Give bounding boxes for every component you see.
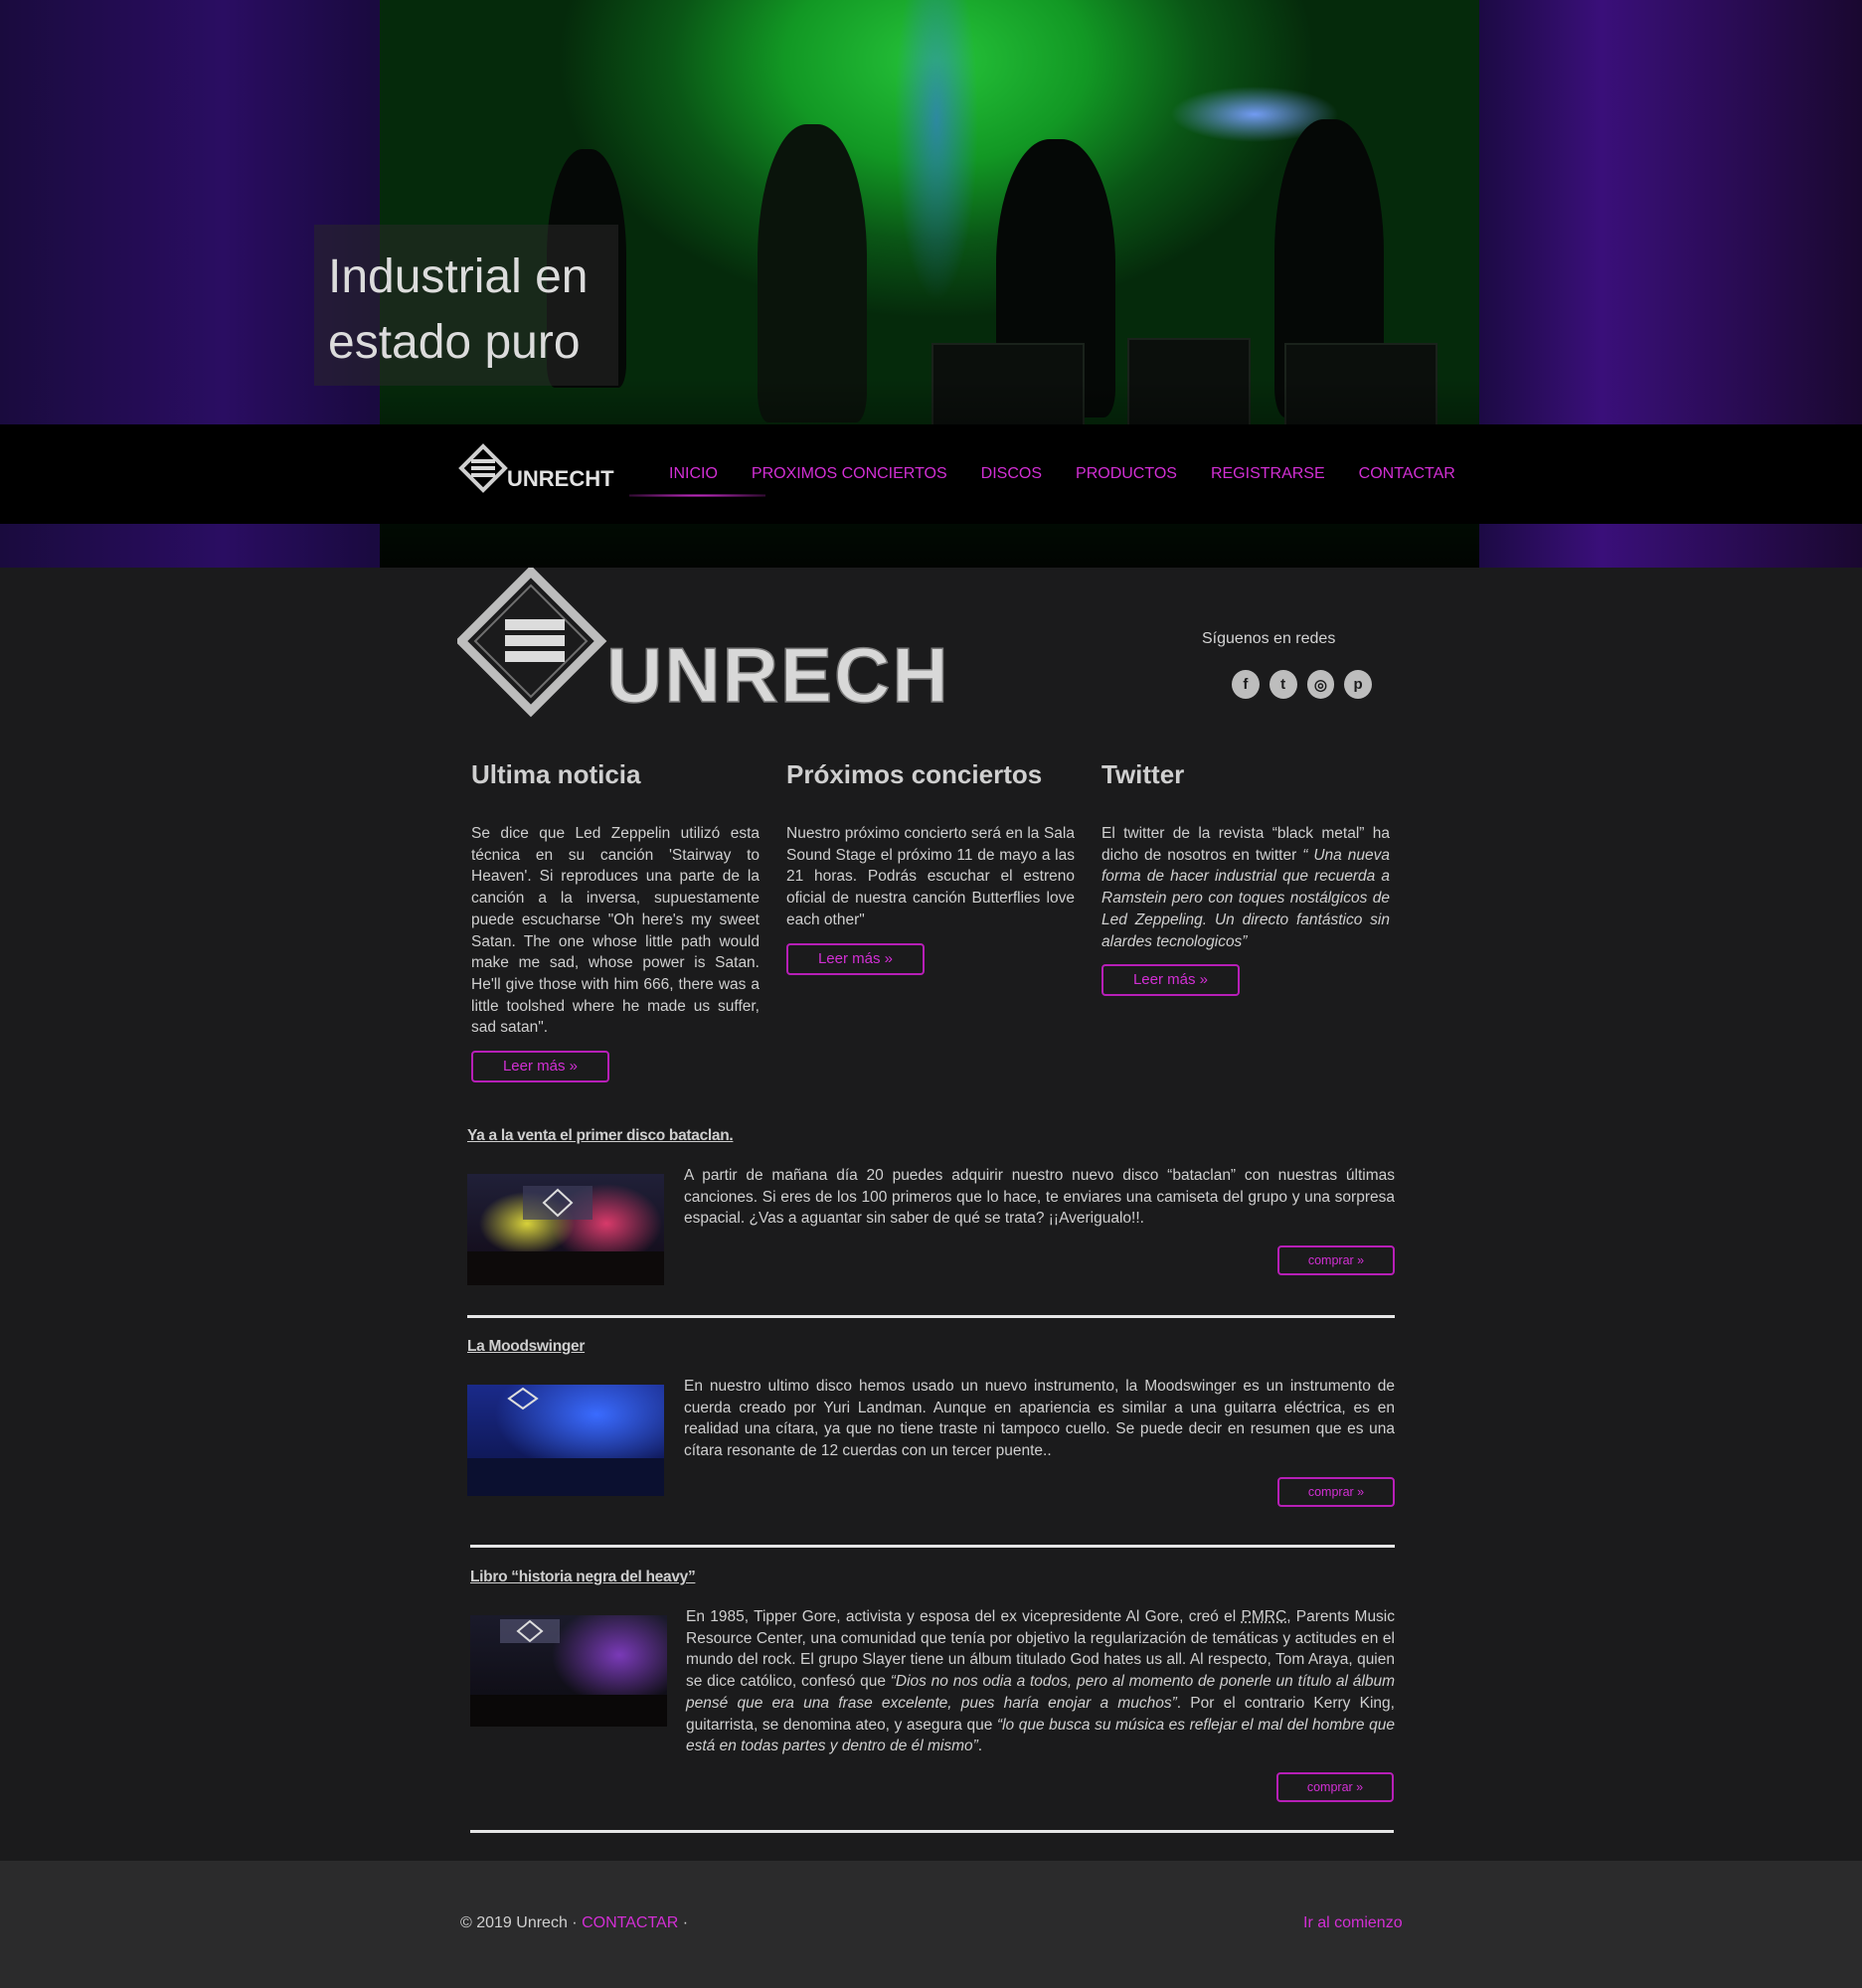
nav-logo[interactable]: UNRECHT [457, 442, 620, 498]
news-image [467, 1174, 664, 1285]
footer: © 2019 Unrech · CONTACTAR · Ir al comien… [0, 1861, 1862, 1988]
column-text: Se dice que Led Zeppelin utilizó esta té… [471, 825, 760, 1037]
column-text: Nuestro próximo concierto será en la Sal… [786, 825, 1075, 928]
news-item-bataclan: Ya a la venta el primer disco bataclan. … [467, 1127, 1395, 1286]
crowd-photo [467, 1186, 664, 1285]
news-text: A partir de mañana día 20 puedes adquiri… [684, 1167, 1395, 1228]
singer-silhouette [758, 124, 867, 422]
news-image [470, 1615, 667, 1727]
column-title: Próximos conciertos [786, 759, 1043, 789]
nav-item-inicio[interactable]: INICIO [629, 465, 765, 497]
column-ultima-noticia: Ultima noticia Se dice que Led Zeppelin … [471, 755, 760, 1083]
nav-item-registrarse[interactable]: REGISTRARSE [1211, 465, 1325, 483]
social-icons: f t ◎ p [1232, 670, 1372, 699]
main-navbar: UNRECHT INICIO PROXIMOS CONCIERTOS DISCO… [0, 424, 1862, 524]
concert-photo-blue [467, 1387, 664, 1496]
comprar-button[interactable]: comprar » [1276, 1772, 1394, 1802]
divider [467, 1315, 1395, 1318]
leer-mas-button[interactable]: Leer más » [471, 1051, 609, 1083]
nav-logo-text: UNRECHT [507, 466, 614, 491]
news-title-link[interactable]: La Moodswinger [467, 1338, 585, 1355]
back-to-top-link[interactable]: Ir al comienzo [1303, 1914, 1403, 1932]
divider [470, 1830, 1394, 1833]
nav-menu: INICIO PROXIMOS CONCIERTOS DISCOS PRODUC… [629, 424, 1472, 524]
footer-separator: · [678, 1914, 689, 1931]
comprar-button[interactable]: comprar » [1277, 1477, 1395, 1507]
pmrc-abbr: PMRC [1241, 1608, 1287, 1625]
instagram-icon[interactable]: ◎ [1306, 670, 1335, 699]
column-text: El twitter de la revista “black metal” h… [1101, 823, 1390, 952]
leer-mas-button[interactable]: Leer más » [786, 942, 925, 975]
social-title: Síguenos en redes [1202, 630, 1336, 647]
leer-mas-button[interactable]: Leer más » [1101, 964, 1240, 997]
hero-caption: Industrial en estado puro [328, 250, 589, 369]
pinterest-icon[interactable]: p [1344, 670, 1372, 699]
news-text-part: En 1985, Tipper Gore, activista y esposa… [686, 1608, 1242, 1625]
nav-item-productos[interactable]: PRODUCTOS [1076, 465, 1177, 483]
column-title: Ultima noticia [471, 759, 641, 789]
social-block: Síguenos en redes f t ◎ p [1173, 630, 1372, 699]
nav-item-proximos-conciertos[interactable]: PROXIMOS CONCIERTOS [752, 465, 947, 483]
brand-logo-text: UNRECHT [606, 631, 949, 719]
facebook-icon[interactable]: f [1232, 670, 1260, 699]
news-item-libro: Libro “historia negra del heavy” En 1985… [470, 1569, 1395, 1802]
nav-item-discos[interactable]: DISCOS [981, 465, 1042, 483]
twitter-icon[interactable]: t [1269, 670, 1297, 699]
news-text: En 1985, Tipper Gore, activista y esposa… [686, 1606, 1395, 1757]
copyright: © 2019 Unrech · [460, 1914, 583, 1931]
news-text-part: . [977, 1738, 983, 1755]
nav-item-contactar[interactable]: CONTACTAR [1359, 465, 1455, 483]
column-proximos-conciertos: Próximos conciertos Nuestro próximo conc… [786, 755, 1075, 975]
hero-caption-box: Industrial en estado puro [314, 225, 618, 386]
footer-contact-link[interactable]: CONTACTAR [582, 1914, 678, 1931]
column-title: Twitter [1101, 759, 1185, 789]
concert-photo-purple [470, 1619, 667, 1727]
divider [470, 1545, 1395, 1548]
news-title-link[interactable]: Ya a la venta el primer disco bataclan. [467, 1127, 734, 1144]
news-item-moodswinger: La Moodswinger En nuestro ultimo disco h… [467, 1338, 1395, 1507]
footer-left: © 2019 Unrech · CONTACTAR · [460, 1914, 688, 1932]
news-image [467, 1385, 664, 1496]
comprar-button[interactable]: comprar » [1277, 1245, 1395, 1275]
news-title-link[interactable]: Libro “historia negra del heavy” [470, 1569, 696, 1585]
news-text: En nuestro ultimo disco hemos usado un n… [684, 1378, 1395, 1460]
brand-logo: UNRECHT [457, 568, 949, 719]
column-twitter: Twitter El twitter de la revista “black … [1101, 755, 1390, 997]
